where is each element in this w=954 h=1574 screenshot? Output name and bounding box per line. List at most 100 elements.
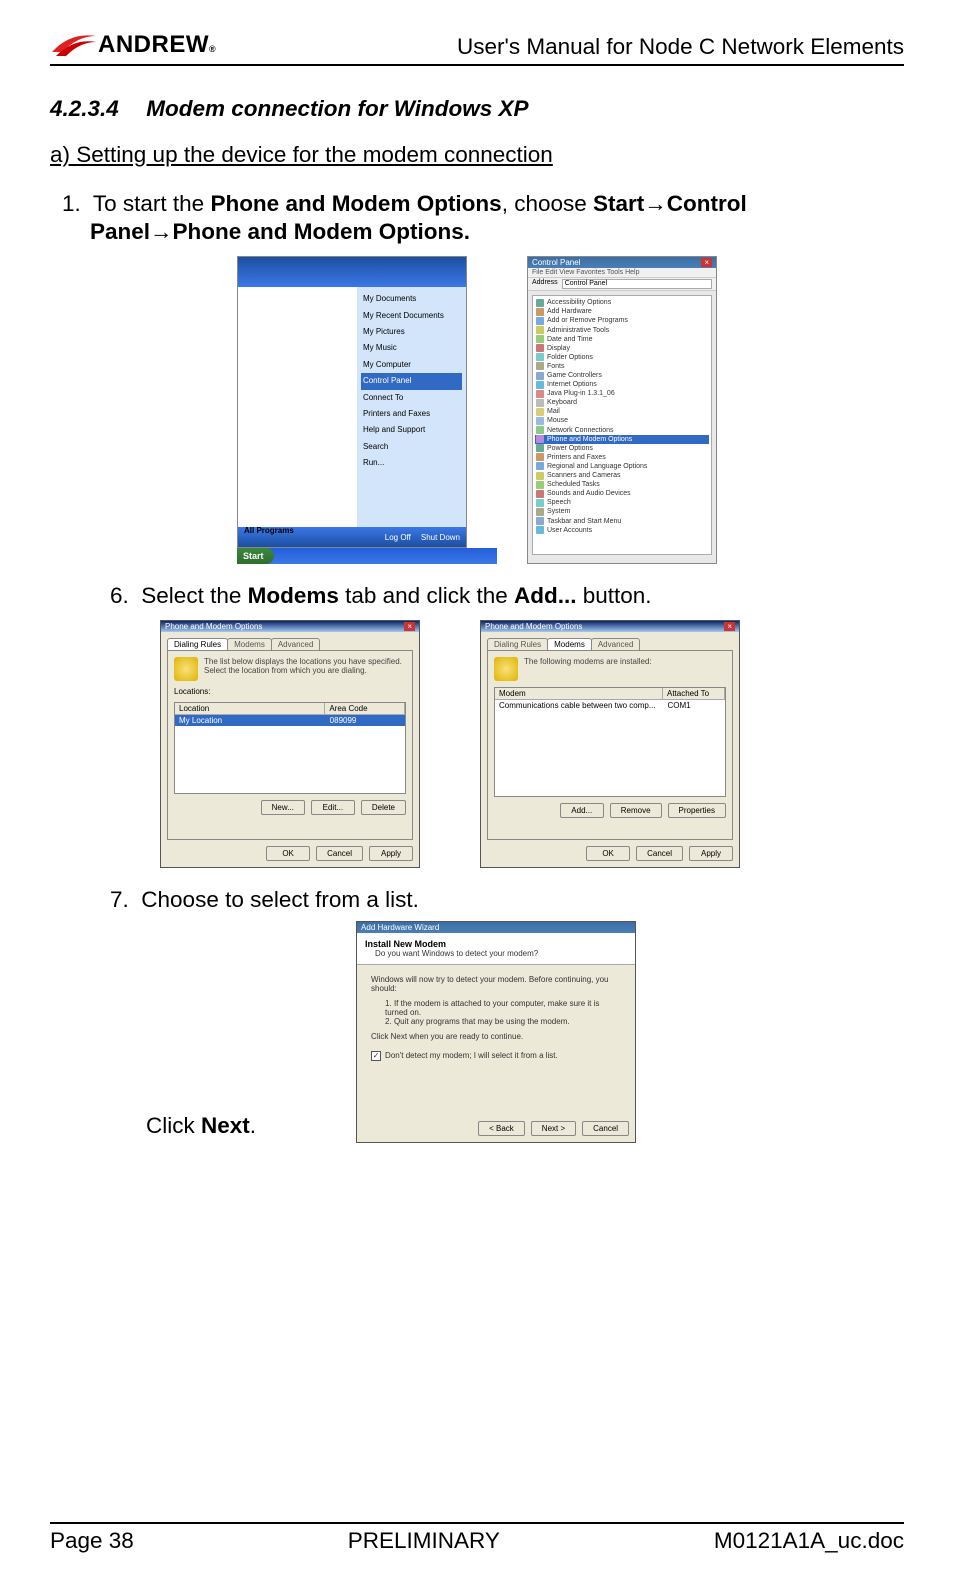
ok-button[interactable]: OK	[266, 846, 310, 861]
item-icon	[536, 308, 544, 316]
item-label: Scanners and Cameras	[547, 471, 621, 480]
back-button[interactable]: < Back	[478, 1121, 525, 1136]
col-modem: Modem	[495, 688, 663, 699]
cancel-button[interactable]: Cancel	[636, 846, 683, 861]
item-icon	[536, 317, 544, 325]
properties-button[interactable]: Properties	[668, 803, 726, 818]
my-music[interactable]: My Music	[361, 340, 462, 356]
close-icon[interactable]: ×	[724, 622, 735, 631]
location-row[interactable]: My Location 089099	[175, 715, 405, 726]
item-icon	[536, 472, 544, 480]
control-panel-item[interactable]: Mail	[535, 407, 709, 416]
control-panel-item[interactable]: Scanners and Cameras	[535, 471, 709, 480]
menu-bar[interactable]: File Edit View Favorites Tools Help	[528, 268, 716, 278]
item-label: Date and Time	[547, 335, 593, 344]
control-panel-item[interactable]: Java Plug-in 1.3.1_06	[535, 389, 709, 398]
wizard-body-text: Windows will now try to detect your mode…	[371, 975, 621, 993]
run-item[interactable]: Run...	[361, 455, 462, 471]
control-panel-item[interactable]: Power Options	[535, 444, 709, 453]
item-label: Accessibility Options	[547, 298, 611, 307]
tab-advanced[interactable]: Advanced	[591, 638, 641, 650]
apply-button[interactable]: Apply	[369, 846, 413, 861]
tab-modems[interactable]: Modems	[227, 638, 272, 650]
tab-dialing-rules[interactable]: Dialing Rules	[487, 638, 548, 650]
my-pictures[interactable]: My Pictures	[361, 324, 462, 340]
shut-down[interactable]: Shut Down	[421, 533, 460, 542]
control-panel-item[interactable]: Phone and Modem Options	[535, 435, 709, 444]
printers-faxes[interactable]: Printers and Faxes	[361, 406, 462, 422]
control-panel-item[interactable]: Network Connections	[535, 426, 709, 435]
control-panel-item[interactable]: Keyboard	[535, 398, 709, 407]
subsection-heading: a) Setting up the device for the modem c…	[50, 142, 904, 168]
control-panel-item[interactable]: Internet Options	[535, 380, 709, 389]
control-panel-item[interactable]: Game Controllers	[535, 371, 709, 380]
all-programs[interactable]: All Programs	[242, 523, 353, 539]
control-panel-item[interactable]: Add or Remove Programs	[535, 316, 709, 325]
item-label: Power Options	[547, 444, 593, 453]
control-panel-item[interactable]: System	[535, 507, 709, 516]
control-panel-item[interactable]: Administrative Tools	[535, 326, 709, 335]
tab-dialing-rules[interactable]: Dialing Rules	[167, 638, 228, 650]
start-button[interactable]: Start	[237, 548, 274, 564]
control-panel-item[interactable]: User Accounts	[535, 526, 709, 535]
control-panel-item[interactable]: Folder Options	[535, 353, 709, 362]
search-item[interactable]: Search	[361, 439, 462, 455]
my-documents[interactable]: My Documents	[361, 291, 462, 307]
remove-button[interactable]: Remove	[610, 803, 662, 818]
edit-button[interactable]: Edit...	[311, 800, 355, 815]
control-panel-item[interactable]: Display	[535, 344, 709, 353]
control-panel-item[interactable]: Add Hardware	[535, 307, 709, 316]
cancel-button[interactable]: Cancel	[582, 1121, 629, 1136]
item-label: Internet Options	[547, 380, 597, 389]
help-support[interactable]: Help and Support	[361, 422, 462, 438]
locations-label: Locations:	[174, 687, 406, 696]
control-panel-item[interactable]: Taskbar and Start Menu	[535, 517, 709, 526]
doc-title: User's Manual for Node C Network Element…	[236, 30, 904, 60]
page-footer: Page 38 PRELIMINARY M0121A1A_uc.doc	[50, 1516, 904, 1554]
control-panel-item[interactable]: Accessibility Options	[535, 298, 709, 307]
item-icon	[536, 499, 544, 507]
item-label: Mail	[547, 407, 560, 416]
tab-modems[interactable]: Modems	[547, 638, 592, 650]
control-panel-item[interactable]: Mouse	[535, 416, 709, 425]
figure-row-2: Phone and Modem Options × Dialing Rules …	[160, 620, 904, 868]
delete-button[interactable]: Delete	[361, 800, 406, 815]
item-icon	[536, 408, 544, 416]
my-recent-documents[interactable]: My Recent Documents	[361, 308, 462, 324]
page-number: Page 38	[50, 1528, 134, 1554]
header-rule	[50, 64, 904, 66]
new-button[interactable]: New...	[261, 800, 305, 815]
control-panel-item[interactable]: Scheduled Tasks	[535, 480, 709, 489]
cancel-button[interactable]: Cancel	[316, 846, 363, 861]
apply-button[interactable]: Apply	[689, 846, 733, 861]
close-icon[interactable]: ×	[701, 258, 712, 267]
ok-button[interactable]: OK	[586, 846, 630, 861]
modem-row[interactable]: Communications cable between two comp...…	[495, 700, 725, 711]
my-computer[interactable]: My Computer	[361, 357, 462, 373]
item-icon	[536, 399, 544, 407]
dont-detect-checkbox[interactable]: ✓	[371, 1051, 381, 1061]
section-heading: 4.2.3.4 Modem connection for Windows XP	[50, 96, 904, 122]
item-label: Game Controllers	[547, 371, 602, 380]
address-input[interactable]: Control Panel	[562, 279, 712, 289]
item-label: Add or Remove Programs	[547, 316, 628, 325]
add-button[interactable]: Add...	[560, 803, 604, 818]
control-panel-item[interactable]: Sounds and Audio Devices	[535, 489, 709, 498]
connect-to[interactable]: Connect To	[361, 390, 462, 406]
item-label: Printers and Faxes	[547, 453, 606, 462]
next-button[interactable]: Next >	[531, 1121, 576, 1136]
item-label: System	[547, 507, 570, 516]
log-off[interactable]: Log Off	[385, 533, 411, 542]
control-panel-item[interactable]: Speech	[535, 498, 709, 507]
tab-advanced[interactable]: Advanced	[271, 638, 321, 650]
control-panel-item[interactable]: Regional and Language Options	[535, 462, 709, 471]
close-icon[interactable]: ×	[404, 622, 415, 631]
control-panel-item[interactable]: Control Panel	[361, 373, 462, 389]
control-panel-item[interactable]: Fonts	[535, 362, 709, 371]
item-label: Regional and Language Options	[547, 462, 647, 471]
item-icon	[536, 417, 544, 425]
item-icon	[536, 299, 544, 307]
logo-swoosh-icon	[50, 30, 98, 60]
control-panel-item[interactable]: Date and Time	[535, 335, 709, 344]
control-panel-item[interactable]: Printers and Faxes	[535, 453, 709, 462]
